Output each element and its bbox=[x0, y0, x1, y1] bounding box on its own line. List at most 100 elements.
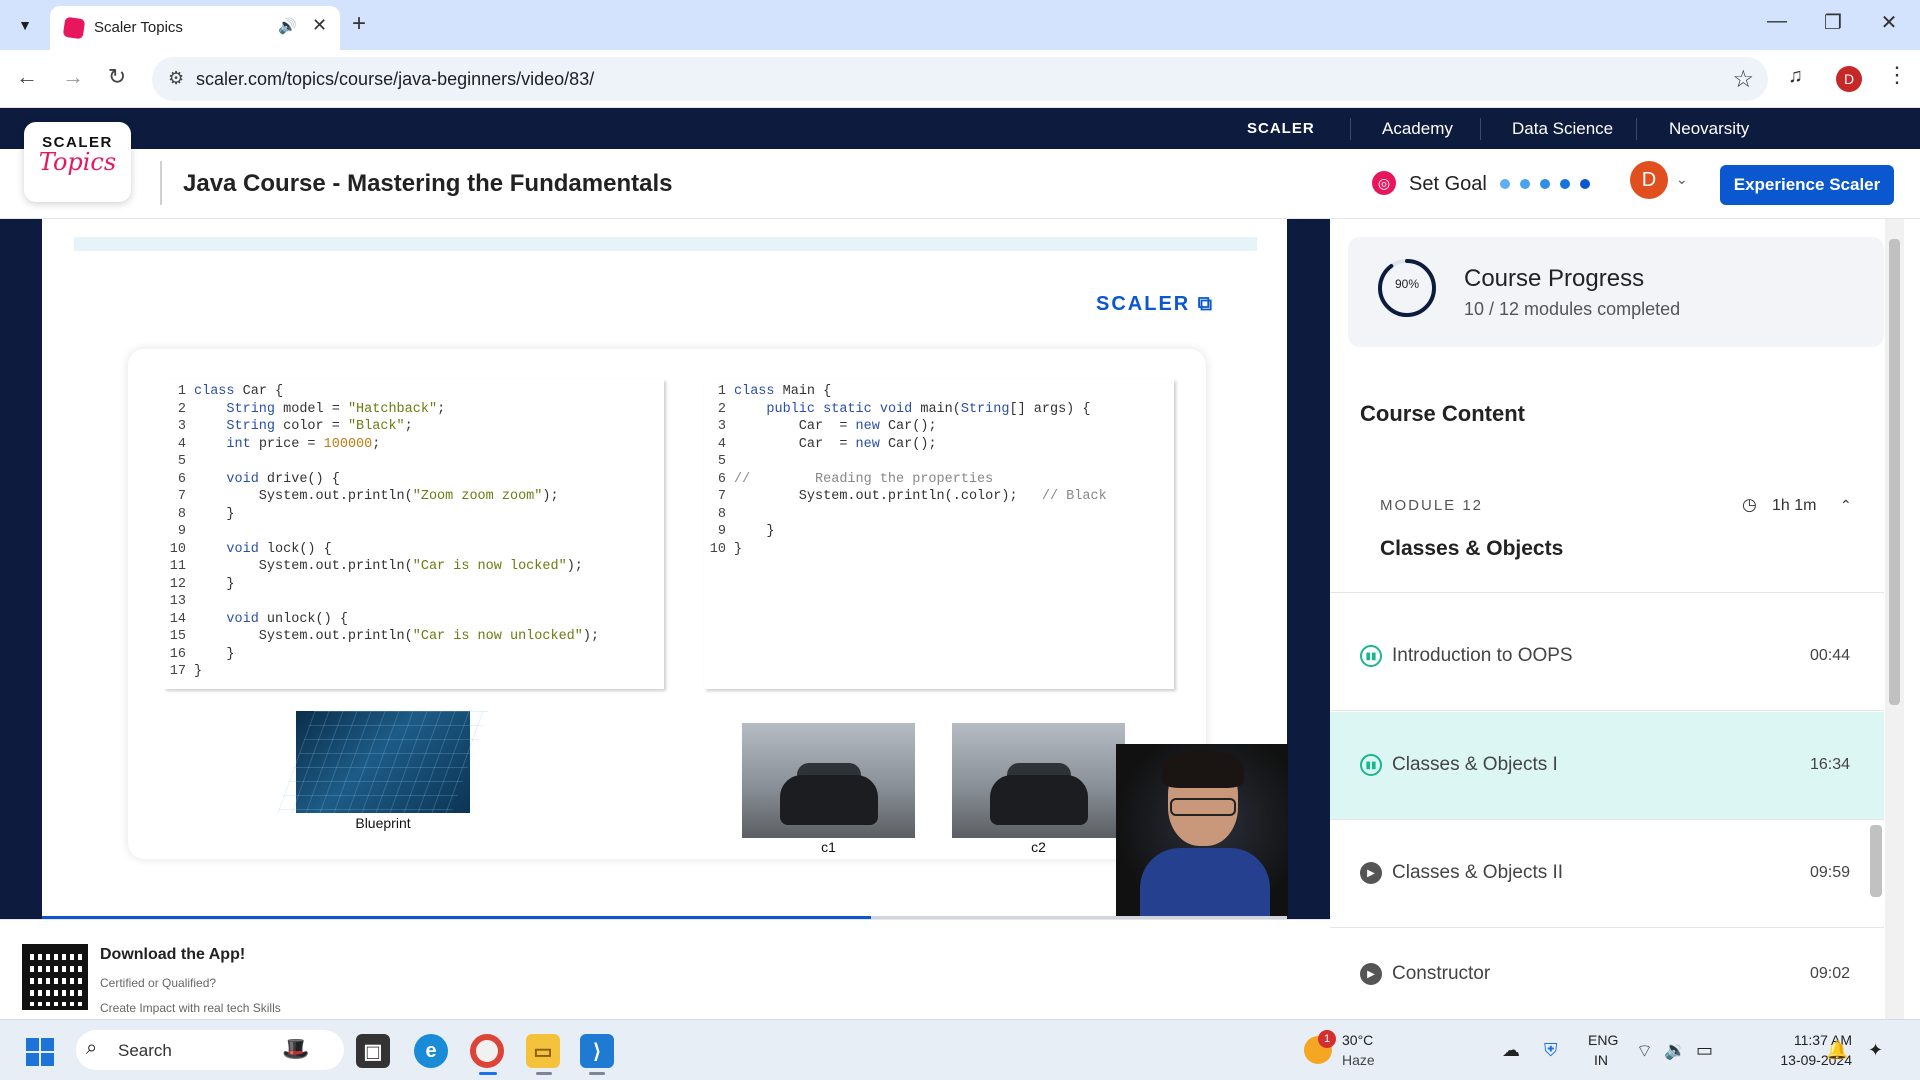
lesson-duration: 09:59 bbox=[1810, 864, 1851, 881]
data-science-link[interactable]: Data Science bbox=[1512, 119, 1613, 139]
goal-progress-dot bbox=[1540, 179, 1550, 189]
line-number: 2 bbox=[177, 401, 186, 417]
page-scrollbar-thumb[interactable] bbox=[1889, 239, 1900, 705]
running-app-indicator bbox=[536, 1072, 552, 1075]
lesson-duration: 16:34 bbox=[1810, 756, 1851, 773]
tab-audio-icon[interactable]: 🔊 bbox=[278, 17, 297, 35]
module-list-scrollbar-thumb[interactable] bbox=[1870, 825, 1882, 897]
lesson-item-active[interactable]: ▮▮ Classes & Objects I 16:34 bbox=[1330, 712, 1884, 820]
task-view-icon[interactable]: ▣ bbox=[356, 1034, 390, 1068]
code-line: 12 } bbox=[164, 576, 664, 594]
chrome-icon[interactable] bbox=[470, 1034, 504, 1068]
language-region[interactable]: IN bbox=[1594, 1052, 1608, 1068]
video-player[interactable]: SCALER ⧉ 1 class Car {2 String model = "H… bbox=[0, 219, 1330, 919]
browser-tab[interactable]: Scaler Topics 🔊 ✕ bbox=[50, 6, 340, 50]
browser-tab-bar: ▼ Scaler Topics 🔊 ✕ + — ❐ ✕ bbox=[0, 0, 1920, 50]
windows-start-icon[interactable] bbox=[26, 1038, 54, 1066]
wifi-icon[interactable]: ⌔ bbox=[1636, 1040, 1653, 1063]
banner-title: Download the App! bbox=[100, 946, 246, 963]
presenter-hair bbox=[1162, 750, 1244, 788]
scaler-favicon-icon bbox=[62, 16, 86, 40]
copilot-icon[interactable]: ✦ bbox=[1868, 1040, 1883, 1061]
cloud-sync-icon[interactable]: ☁ bbox=[1502, 1040, 1520, 1061]
course-sidebar: 90% Course Progress 10 / 12 modules comp… bbox=[1330, 219, 1904, 1019]
back-icon[interactable]: ← bbox=[12, 64, 42, 90]
window-close-icon[interactable]: ✕ bbox=[1874, 10, 1904, 35]
scaler-brand-link[interactable]: SCALER bbox=[1247, 120, 1315, 137]
line-number: 4 bbox=[177, 436, 186, 452]
chevron-up-icon[interactable]: ⌃ bbox=[1840, 497, 1852, 514]
slide-brand-text: SCALER bbox=[1096, 293, 1191, 315]
url-text[interactable]: scaler.com/topics/course/java-beginners/… bbox=[196, 69, 594, 90]
tab-search-dropdown-icon[interactable]: ▼ bbox=[10, 10, 40, 40]
edge-icon[interactable]: e bbox=[414, 1034, 448, 1068]
lesson-title: Classes & Objects II bbox=[1392, 862, 1564, 883]
code-line: 1 class Car { bbox=[164, 383, 664, 401]
code-line: 14 void unlock() { bbox=[164, 611, 664, 629]
weather-condition[interactable]: Haze bbox=[1342, 1052, 1375, 1068]
car-caption-c2: c2 bbox=[1031, 839, 1046, 855]
code-line: 17} bbox=[164, 663, 664, 681]
code-line: 6 void drive() { bbox=[164, 471, 664, 489]
browser-menu-icon[interactable]: ⋮ bbox=[1886, 62, 1908, 88]
file-explorer-icon[interactable]: ▭ bbox=[526, 1034, 560, 1068]
notification-bell-icon[interactable]: 🔔 bbox=[1826, 1040, 1848, 1061]
experience-scaler-button[interactable]: Experience Scaler bbox=[1720, 165, 1894, 205]
language-indicator[interactable]: ENG bbox=[1588, 1032, 1618, 1048]
lesson-item[interactable]: ▶ Classes & Objects II 09:59 bbox=[1330, 820, 1884, 928]
reload-icon[interactable]: ↻ bbox=[102, 64, 132, 90]
forward-icon[interactable]: → bbox=[58, 64, 88, 90]
page-scrollbar[interactable] bbox=[1885, 219, 1904, 1019]
browser-profile-avatar[interactable]: D bbox=[1836, 66, 1862, 92]
code-line: 13 bbox=[164, 593, 664, 611]
code-line: 11 System.out.println("Car is now locked… bbox=[164, 558, 664, 576]
line-number: 3 bbox=[177, 419, 186, 434]
media-control-icon[interactable]: ♫ bbox=[1788, 65, 1803, 88]
goal-progress-dot bbox=[1560, 179, 1570, 189]
security-shield-icon[interactable]: ⛨ bbox=[1544, 1040, 1558, 1061]
progress-percent: 90% bbox=[1394, 277, 1420, 291]
user-avatar[interactable]: D bbox=[1630, 161, 1668, 199]
new-tab-icon[interactable]: + bbox=[352, 10, 366, 38]
lesson-item[interactable]: ▮▮ Introduction to OOPS 00:44 bbox=[1330, 603, 1884, 711]
divider bbox=[1480, 118, 1481, 140]
weather-temperature[interactable]: 30°C bbox=[1342, 1032, 1373, 1048]
vscode-icon[interactable]: ⟩ bbox=[580, 1034, 614, 1068]
completed-play-icon: ▮▮ bbox=[1360, 645, 1382, 667]
course-progress-card: 90% Course Progress 10 / 12 modules comp… bbox=[1348, 237, 1884, 347]
download-app-banner[interactable]: Download the App! Certified or Qualified… bbox=[0, 919, 1330, 1019]
address-bar[interactable]: ⚙ scaler.com/topics/course/java-beginner… bbox=[152, 57, 1768, 101]
line-number: 17 bbox=[169, 664, 186, 679]
bookmark-star-icon[interactable]: ☆ bbox=[1732, 65, 1754, 94]
line-number: 5 bbox=[717, 454, 726, 469]
volume-icon[interactable]: 🔉 bbox=[1664, 1040, 1686, 1061]
minimize-icon[interactable]: — bbox=[1762, 10, 1792, 33]
module-label: MODULE 12 bbox=[1380, 497, 1484, 514]
blueprint-image bbox=[277, 711, 489, 813]
line-number: 14 bbox=[169, 611, 186, 627]
tab-title: Scaler Topics bbox=[94, 19, 183, 36]
academy-link[interactable]: Academy bbox=[1382, 119, 1453, 139]
scaler-topics-logo[interactable]: SCALER Topics bbox=[24, 122, 131, 202]
search-icon: ⌕ bbox=[86, 1037, 98, 1059]
tab-close-icon[interactable]: ✕ bbox=[312, 15, 327, 36]
chevron-down-icon[interactable]: ⌄ bbox=[1676, 171, 1688, 188]
set-goal-button[interactable]: Set Goal bbox=[1409, 173, 1487, 196]
course-content-heading: Course Content bbox=[1360, 401, 1525, 426]
lesson-item[interactable]: ▶ Constructor 09:02 bbox=[1330, 921, 1884, 1029]
code-line: 15 System.out.println("Car is now unlock… bbox=[164, 628, 664, 646]
taskbar-search[interactable]: ⌕ Search 🎩 bbox=[76, 1030, 344, 1070]
module-header[interactable]: MODULE 12 Classes & Objects ◷ 1h 1m ⌃ bbox=[1330, 457, 1884, 593]
search-highlight-icon: 🎩 bbox=[282, 1036, 310, 1061]
active-app-indicator bbox=[479, 1072, 497, 1075]
goal-target-icon[interactable]: ◎ bbox=[1372, 171, 1396, 195]
battery-icon[interactable]: ▭ bbox=[1696, 1040, 1713, 1061]
restore-icon[interactable]: ❐ bbox=[1818, 10, 1848, 35]
code-line: 4 int price = 100000; bbox=[164, 436, 664, 454]
clock-icon: ◷ bbox=[1742, 495, 1757, 514]
neovarsity-link[interactable]: Neovarsity bbox=[1669, 119, 1749, 139]
code-line: 16 } bbox=[164, 646, 664, 664]
site-info-icon[interactable]: ⚙ bbox=[168, 68, 184, 89]
line-number: 4 bbox=[717, 436, 726, 452]
module-duration: 1h 1m bbox=[1772, 497, 1817, 514]
